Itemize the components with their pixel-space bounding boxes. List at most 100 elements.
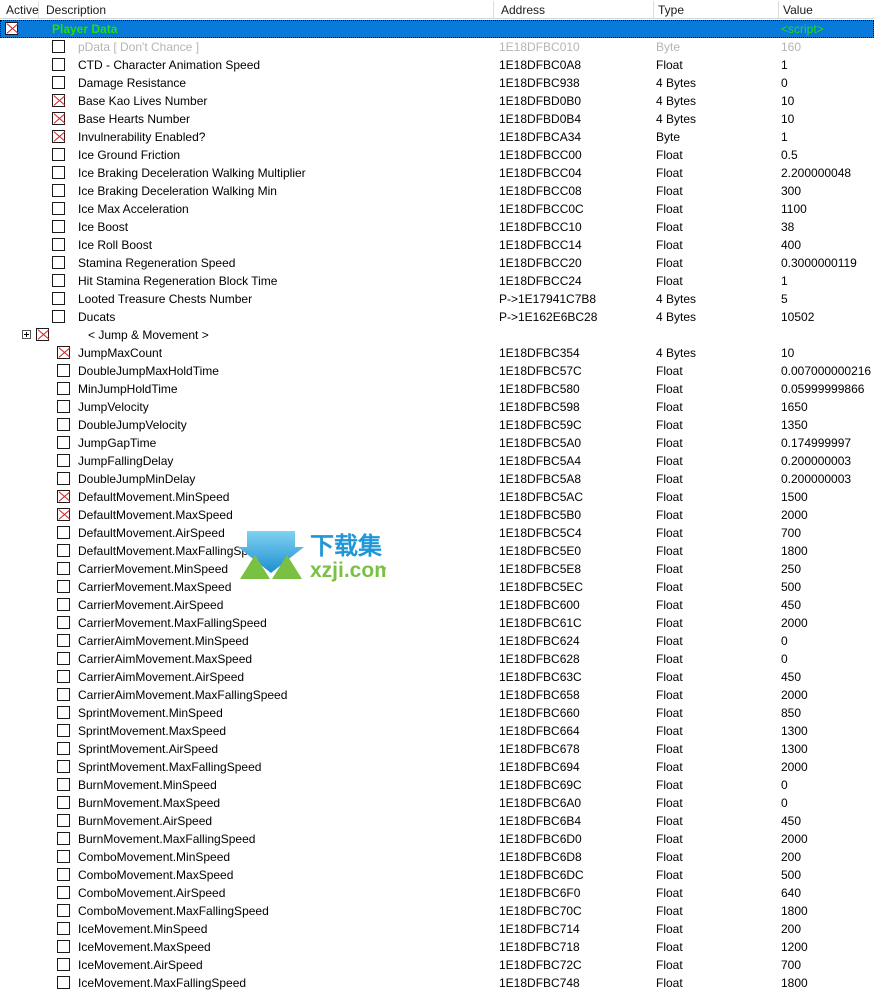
active-checkbox[interactable]: [57, 364, 70, 377]
active-checkbox[interactable]: [57, 832, 70, 845]
active-checkbox[interactable]: [57, 472, 70, 485]
table-row[interactable]: CarrierAimMovement.AirSpeed 1E18DFBC63C Fl…: [0, 668, 874, 686]
active-checkbox[interactable]: [57, 868, 70, 881]
active-checkbox[interactable]: [57, 724, 70, 737]
table-row[interactable]: CarrierAimMovement.MaxFallingSpeed 1E18DF…: [0, 686, 874, 704]
table-row[interactable]: ComboMovement.AirSpeed 1E18DFBC6F0 Float 64…: [0, 884, 874, 902]
active-checkbox[interactable]: [52, 40, 65, 53]
tree-expand-icon[interactable]: [22, 330, 31, 339]
column-divider-active[interactable]: [38, 1, 39, 18]
active-checkbox[interactable]: [57, 814, 70, 827]
active-checkbox[interactable]: [57, 454, 70, 467]
active-checkbox[interactable]: [52, 166, 65, 179]
table-row[interactable]: Base Hearts Number 1E18DFBD0B4 4 Bytes 10: [0, 110, 874, 128]
active-checkbox[interactable]: [57, 706, 70, 719]
table-row[interactable]: IceMovement.MinSpeed 1E18DFBC714 Float 200: [0, 920, 874, 938]
table-row[interactable]: Ice Roll Boost 1E18DFBCC14 Float 400: [0, 236, 874, 254]
active-checkbox[interactable]: [52, 184, 65, 197]
table-row[interactable]: SprintMovement.MaxFallingSpeed 1E18DFBC69…: [0, 758, 874, 776]
table-row[interactable]: DefaultMovement.MaxFallingSpeed 1E18DFBC5…: [0, 542, 874, 560]
table-row[interactable]: Ducats P->1E162E6BC28 4 Bytes 10502: [0, 308, 874, 326]
table-row[interactable]: < Jump & Movement >: [0, 326, 874, 344]
table-row[interactable]: Ice Braking Deceleration Walking Multipl…: [0, 164, 874, 182]
active-checkbox[interactable]: [52, 274, 65, 287]
table-row[interactable]: JumpFallingDelay 1E18DFBC5A4 Float 0.200000…: [0, 452, 874, 470]
active-checkbox[interactable]: [52, 58, 65, 71]
active-checkbox[interactable]: [52, 220, 65, 233]
table-row[interactable]: pData [ Don't Chance ] 1E18DFBC010 Byte 160: [0, 38, 874, 56]
active-checkbox[interactable]: [57, 670, 70, 683]
active-checkbox[interactable]: [52, 292, 65, 305]
table-row[interactable]: ComboMovement.MinSpeed 1E18DFBC6D8 Float 20…: [0, 848, 874, 866]
table-row[interactable]: DoubleJumpMaxHoldTime 1E18DFBC57C Float 0.0…: [0, 362, 874, 380]
column-header-value[interactable]: Value: [779, 2, 813, 18]
active-checkbox[interactable]: [57, 976, 70, 989]
table-row[interactable]: BurnMovement.MaxSpeed 1E18DFBC6A0 Float 0: [0, 794, 874, 812]
table-row[interactable]: Ice Boost 1E18DFBCC10 Float 38: [0, 218, 874, 236]
column-header-address[interactable]: Address: [497, 2, 545, 18]
active-checkbox[interactable]: [57, 958, 70, 971]
table-row[interactable]: CarrierMovement.MaxFallingSpeed 1E18DFBC6…: [0, 614, 874, 632]
cheat-entry-list[interactable]: Player Data <script> pData [ Don't Chance …: [0, 20, 874, 992]
table-row[interactable]: Looted Treasure Chests Number P->1E17941C…: [0, 290, 874, 308]
active-checkbox[interactable]: [57, 796, 70, 809]
active-checkbox[interactable]: [57, 418, 70, 431]
table-row[interactable]: Hit Stamina Regeneration Block Time 1E18D…: [0, 272, 874, 290]
active-checkbox[interactable]: [57, 742, 70, 755]
table-row[interactable]: Ice Braking Deceleration Walking Min 1E18…: [0, 182, 874, 200]
table-row[interactable]: Damage Resistance 1E18DFBC938 4 Bytes 0: [0, 74, 874, 92]
active-checkbox[interactable]: [57, 382, 70, 395]
table-row[interactable]: JumpVelocity 1E18DFBC598 Float 1650: [0, 398, 874, 416]
table-row[interactable]: DefaultMovement.MaxSpeed 1E18DFBC5B0 Float…: [0, 506, 874, 524]
table-row[interactable]: CarrierMovement.MinSpeed 1E18DFBC5E8 Float…: [0, 560, 874, 578]
table-row[interactable]: ComboMovement.MaxSpeed 1E18DFBC6DC Float 50…: [0, 866, 874, 884]
active-checkbox[interactable]: [57, 904, 70, 917]
active-checkbox[interactable]: [52, 202, 65, 215]
active-checkbox[interactable]: [52, 76, 65, 89]
active-checkbox[interactable]: [52, 256, 65, 269]
active-checkbox[interactable]: [52, 238, 65, 251]
table-row[interactable]: SprintMovement.MinSpeed 1E18DFBC660 Float 8…: [0, 704, 874, 722]
active-checkbox[interactable]: [57, 652, 70, 665]
active-checkbox-checked[interactable]: [57, 346, 70, 359]
table-row[interactable]: CarrierMovement.AirSpeed 1E18DFBC600 Float…: [0, 596, 874, 614]
table-row[interactable]: MinJumpHoldTime 1E18DFBC580 Float 0.0599999…: [0, 380, 874, 398]
active-checkbox[interactable]: [57, 886, 70, 899]
table-row[interactable]: SprintMovement.AirSpeed 1E18DFBC678 Float 1…: [0, 740, 874, 758]
active-checkbox-checked[interactable]: [52, 112, 65, 125]
table-row[interactable]: DoubleJumpMinDelay 1E18DFBC5A8 Float 0.2000…: [0, 470, 874, 488]
table-row[interactable]: ComboMovement.MaxFallingSpeed 1E18DFBC70C…: [0, 902, 874, 920]
active-checkbox-checked[interactable]: [57, 490, 70, 503]
table-row[interactable]: IceMovement.MaxSpeed 1E18DFBC718 Float 1200: [0, 938, 874, 956]
active-checkbox-checked[interactable]: [36, 328, 49, 341]
table-row[interactable]: Ice Ground Friction 1E18DFBCC00 Float 0.5: [0, 146, 874, 164]
table-row[interactable]: Stamina Regeneration Speed 1E18DFBCC20 Flo…: [0, 254, 874, 272]
column-header-active[interactable]: Active: [2, 2, 39, 18]
active-checkbox[interactable]: [57, 436, 70, 449]
active-checkbox[interactable]: [52, 310, 65, 323]
active-checkbox[interactable]: [52, 148, 65, 161]
table-row[interactable]: JumpMaxCount 1E18DFBC354 4 Bytes 10: [0, 344, 874, 362]
table-row[interactable]: IceMovement.MaxFallingSpeed 1E18DFBC748 Fl…: [0, 974, 874, 992]
active-checkbox[interactable]: [57, 400, 70, 413]
table-row[interactable]: CTD - Character Animation Speed 1E18DFBC0…: [0, 56, 874, 74]
active-checkbox[interactable]: [57, 544, 70, 557]
table-row[interactable]: Base Kao Lives Number 1E18DFBD0B0 4 Bytes 1…: [0, 92, 874, 110]
active-checkbox[interactable]: [57, 850, 70, 863]
table-row[interactable]: BurnMovement.MinSpeed 1E18DFBC69C Float 0: [0, 776, 874, 794]
table-row[interactable]: CarrierAimMovement.MaxSpeed 1E18DFBC628 Fl…: [0, 650, 874, 668]
table-row[interactable]: SprintMovement.MaxSpeed 1E18DFBC664 Float 1…: [0, 722, 874, 740]
active-checkbox-checked[interactable]: [52, 94, 65, 107]
table-row[interactable]: JumpGapTime 1E18DFBC5A0 Float 0.174999997: [0, 434, 874, 452]
active-checkbox[interactable]: [57, 616, 70, 629]
column-divider-description[interactable]: [493, 1, 494, 18]
table-row[interactable]: DefaultMovement.MinSpeed 1E18DFBC5AC Float…: [0, 488, 874, 506]
table-row[interactable]: Ice Max Acceleration 1E18DFBCC0C Float 1100: [0, 200, 874, 218]
column-header-description[interactable]: Description: [42, 2, 106, 18]
active-checkbox[interactable]: [57, 526, 70, 539]
table-row[interactable]: Invulnerability Enabled? 1E18DFBCA34 Byte 1: [0, 128, 874, 146]
table-row[interactable]: CarrierMovement.MaxSpeed 1E18DFBC5EC Float…: [0, 578, 874, 596]
active-checkbox-checked[interactable]: [5, 22, 18, 35]
table-row[interactable]: BurnMovement.AirSpeed 1E18DFBC6B4 Float 450: [0, 812, 874, 830]
active-checkbox[interactable]: [57, 922, 70, 935]
